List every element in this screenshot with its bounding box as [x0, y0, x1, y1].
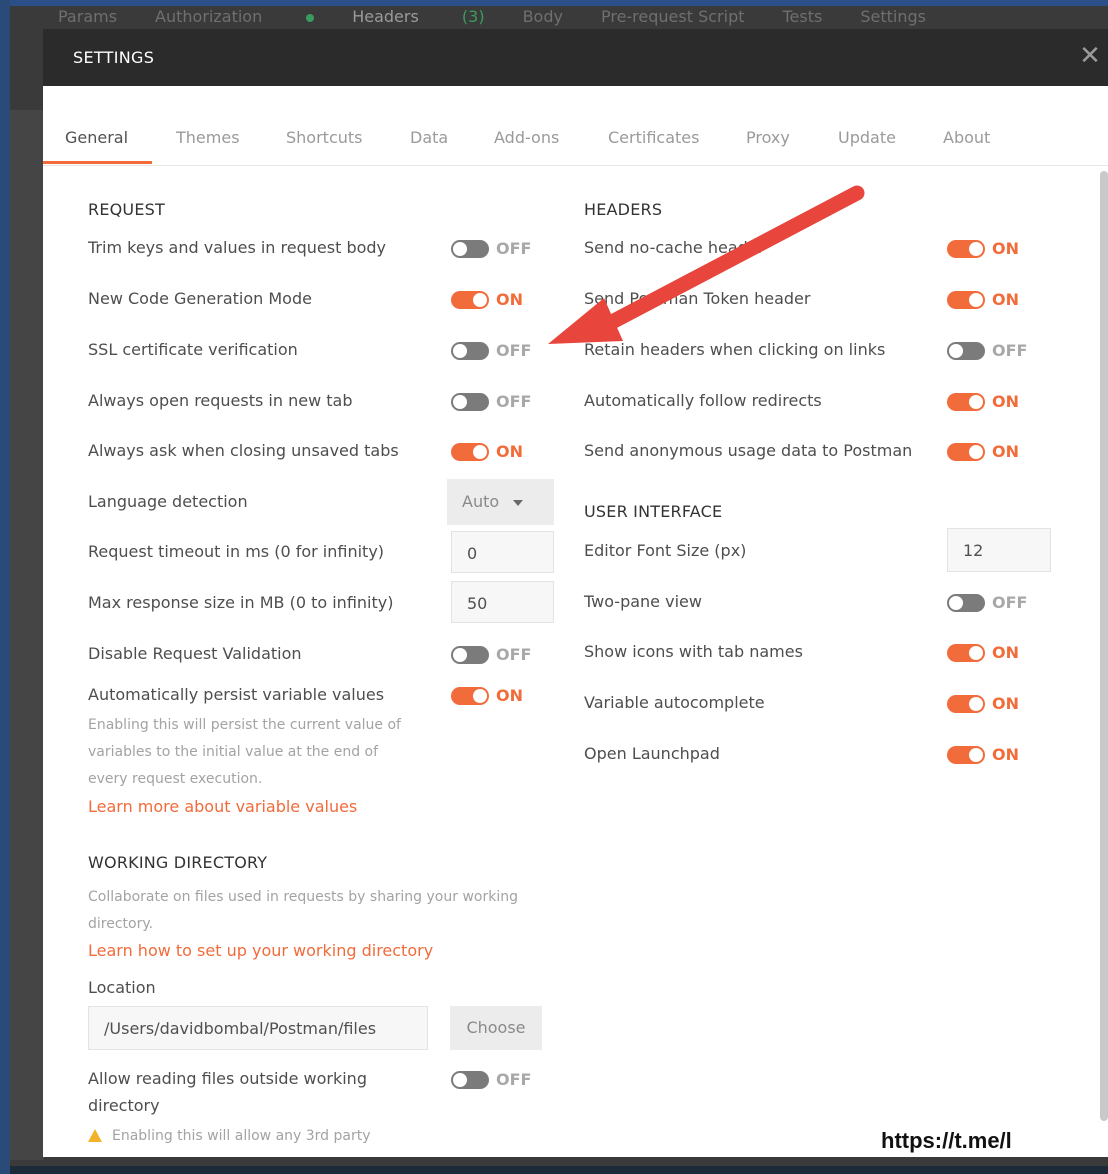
annotation-arrow-icon	[548, 185, 865, 344]
annotation-arrow-shaft	[604, 185, 865, 330]
annotation-arrow-head	[548, 298, 623, 344]
watermark-text: https://t.me/l	[879, 1128, 1014, 1154]
